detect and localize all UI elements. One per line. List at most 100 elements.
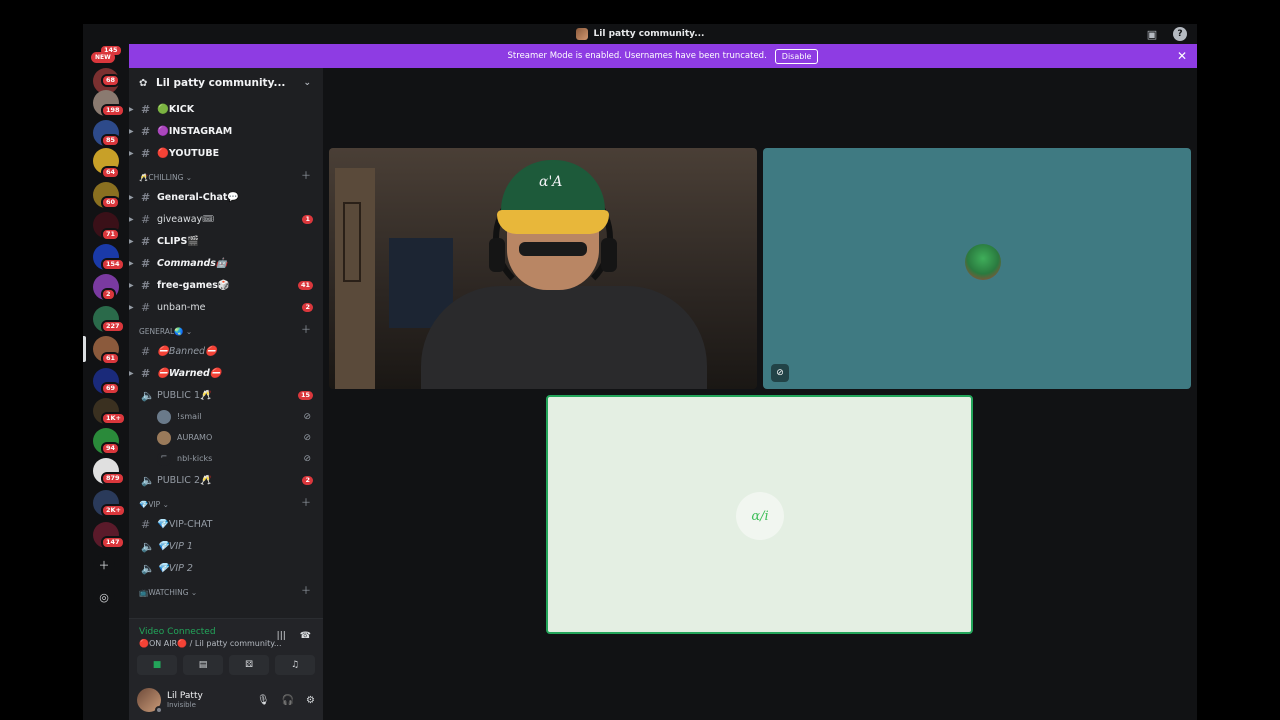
- channel-name: 🟣INSTAGRAM: [157, 125, 233, 137]
- mention-badge: 15: [297, 390, 313, 400]
- disable-button[interactable]: Disable: [774, 48, 819, 64]
- server-badge: 227: [101, 320, 125, 333]
- category-chilling[interactable]: 🥂CHILLING ⌄ ＋: [129, 164, 323, 186]
- category-name: 🥂CHILLING: [139, 173, 184, 182]
- microphone-icon[interactable]: 🎙: [257, 695, 270, 706]
- channel-youtube[interactable]: ▶ # 🔴YOUTUBE: [129, 142, 323, 164]
- channel-name: 💎VIP 1: [157, 540, 193, 552]
- explore-icon[interactable]: ◎: [93, 586, 115, 608]
- speaker-icon: 🔈: [141, 561, 155, 575]
- voice-user-name: !smail: [177, 412, 202, 421]
- voice-channel-vip-2[interactable]: 🔈 💎VIP 2: [129, 557, 323, 579]
- voice-user[interactable]: !smail ⊘: [129, 406, 323, 427]
- mention-badge: 2: [302, 302, 313, 312]
- unread-indicator-icon: ▶: [129, 149, 134, 157]
- headphone-left: [489, 238, 505, 272]
- category-watching[interactable]: 📺watching ⌄ ＋: [129, 579, 323, 601]
- channel-clips[interactable]: ▶ # CLIPS🎬: [129, 230, 323, 252]
- camera-button[interactable]: ■: [137, 655, 177, 675]
- voice-channel-public-2[interactable]: 🔈 PUBLIC 2🥂 2: [129, 469, 323, 491]
- channel-name: General-Chat💬: [157, 191, 240, 203]
- channel-name: ⛔Warned⛔: [157, 367, 222, 379]
- channel-warned[interactable]: ▶ # ⛔Warned⛔: [129, 362, 323, 384]
- voice-status[interactable]: Video Connected: [139, 627, 216, 637]
- disconnect-icon[interactable]: ☎: [300, 631, 311, 641]
- participant-avatar: ɑ/i: [736, 492, 784, 540]
- unread-indicator-icon: ▶: [129, 215, 134, 223]
- close-icon[interactable]: ✕: [1177, 49, 1187, 63]
- add-channel-icon[interactable]: ＋: [301, 582, 311, 597]
- video-stage: ɑ'A ⊘ ɑ/i: [323, 68, 1197, 720]
- add-channel-icon[interactable]: ＋: [301, 321, 311, 336]
- server-badge: 68: [101, 74, 121, 87]
- voice-channel-link[interactable]: 🔴ON AIR🔴 / Lil patty community...: [139, 639, 282, 648]
- mention-badge: 41: [297, 280, 313, 290]
- participant-tile[interactable]: ⊘: [763, 148, 1191, 389]
- noise-suppression-icon[interactable]: |||: [277, 631, 286, 641]
- gear-icon[interactable]: ⚙: [306, 695, 315, 706]
- cap-logo: ɑ'A: [539, 174, 563, 190]
- channel-giveaway[interactable]: ▶ # giveaway🎟 1: [129, 208, 323, 230]
- server-badge: 60: [101, 196, 121, 209]
- category-vip[interactable]: 💎VIP ⌄ ＋: [129, 491, 323, 513]
- category-general[interactable]: GENERAL🌏 ⌄ ＋: [129, 318, 323, 340]
- category-name: GENERAL🌏: [139, 327, 184, 336]
- channel-name: unban-me: [157, 301, 206, 313]
- unread-indicator-icon: ▶: [129, 281, 134, 289]
- channel-kick[interactable]: ▶ # 🟢KICK: [129, 98, 323, 120]
- voice-panel: Video Connected 🔴ON AIR🔴 / Lil patty com…: [129, 618, 323, 720]
- channel-name: 💎VIP-CHAT: [157, 518, 213, 530]
- unread-indicator-icon: ▶: [129, 259, 134, 267]
- unread-indicator-icon: ▶: [129, 237, 134, 245]
- unread-indicator-icon: ▶: [129, 105, 134, 113]
- new-badge: NEW: [91, 52, 115, 63]
- server-badge: 198: [101, 104, 125, 117]
- channel-name: Commands🤖: [157, 257, 228, 269]
- server-badge: 2K+: [101, 504, 127, 517]
- server-badge: 71: [101, 228, 121, 241]
- mention-badge: 1: [302, 214, 313, 224]
- soundboard-button[interactable]: ♫: [275, 655, 315, 675]
- banner-text: Streamer Mode is enabled. Usernames have…: [507, 51, 767, 61]
- add-server-icon[interactable]: ＋: [93, 554, 115, 576]
- participant-avatar: [965, 244, 1001, 280]
- inbox-icon[interactable]: ▣: [1145, 27, 1159, 41]
- channel-name: free-games🎲: [157, 279, 230, 291]
- activity-button[interactable]: ⚄: [229, 655, 269, 675]
- server-rail: 145 NEW 68 198 85 64 60 71 154 2 227 61 …: [83, 44, 129, 720]
- add-channel-icon[interactable]: ＋: [301, 494, 311, 509]
- username: Lil Patty: [167, 691, 203, 701]
- channel-general-chat[interactable]: ▶ # General-Chat💬: [129, 186, 323, 208]
- chevron-down-icon: ⌄: [303, 78, 311, 88]
- voice-user[interactable]: ⌐ nbl-kicks ⊘: [129, 448, 323, 469]
- channel-free-games[interactable]: ▶ # free-games🎲 41: [129, 274, 323, 296]
- help-icon[interactable]: ?: [1173, 27, 1187, 41]
- voice-channel-vip-1[interactable]: 🔈 💎VIP 1: [129, 535, 323, 557]
- hash-icon: #: [141, 366, 151, 380]
- screen-share-button[interactable]: ▤: [183, 655, 223, 675]
- channel-instagram[interactable]: ▶ # 🟣INSTAGRAM: [129, 120, 323, 142]
- voice-user-name: AURAMO: [177, 433, 213, 442]
- server-badge: 879: [101, 472, 125, 485]
- speaker-icon: 🔈: [141, 539, 155, 553]
- speaking-participant-tile[interactable]: ɑ/i: [546, 395, 973, 634]
- channel-name: 💎VIP 2: [157, 562, 193, 574]
- background-frame: [343, 202, 361, 282]
- channel-unban-me[interactable]: ▶ # unban-me 2: [129, 296, 323, 318]
- speaker-icon: 🔈: [141, 473, 155, 487]
- muted-mic-icon: ⊘: [771, 364, 789, 382]
- server-badge: 1K+: [101, 412, 127, 425]
- sunglasses: [519, 242, 587, 256]
- voice-user[interactable]: AURAMO ⊘: [129, 427, 323, 448]
- server-name: Lil patty community...: [156, 77, 286, 89]
- channel-commands[interactable]: ▶ # Commands🤖: [129, 252, 323, 274]
- add-channel-icon[interactable]: ＋: [301, 167, 311, 182]
- channel-banned[interactable]: # ⛔Banned⛔: [129, 340, 323, 362]
- user-avatar[interactable]: [137, 688, 163, 714]
- mute-icon: ⊘: [303, 453, 311, 464]
- headphones-icon[interactable]: 🎧: [282, 695, 294, 706]
- voice-channel-public-1[interactable]: 🔈 PUBLIC 1🥂 15: [129, 384, 323, 406]
- channel-vip-chat[interactable]: # 💎VIP-CHAT: [129, 513, 323, 535]
- server-header[interactable]: ✿ Lil patty community... ⌄: [129, 68, 323, 98]
- webcam-tile[interactable]: ɑ'A: [329, 148, 757, 389]
